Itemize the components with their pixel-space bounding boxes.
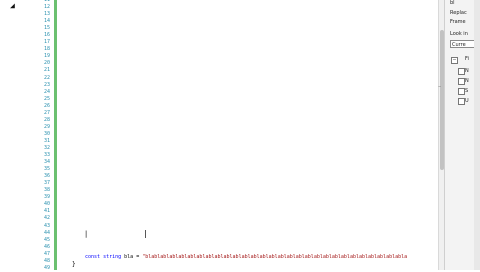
line-number: 48 xyxy=(43,257,50,264)
line-number: 12 xyxy=(43,4,50,11)
keyword-string: string xyxy=(103,254,122,260)
line-number: 23 xyxy=(43,81,50,88)
left-margin: ◢ xyxy=(0,0,30,270)
collapse-toggle-icon[interactable]: − xyxy=(451,57,458,64)
line-number: 36 xyxy=(43,173,50,180)
line-number: 45 xyxy=(43,236,50,243)
option-checkbox-3[interactable] xyxy=(458,88,465,95)
option-checkbox-4[interactable] xyxy=(458,98,465,105)
line-number: 39 xyxy=(43,194,50,201)
line-number: 25 xyxy=(43,95,50,102)
option-label-2: N xyxy=(465,78,469,84)
option-label-1: N xyxy=(465,68,469,74)
line-number: 49 xyxy=(43,264,50,271)
line-number: 37 xyxy=(43,180,50,187)
code-editor[interactable]: | ∣ const string bla = "blablablablablab… xyxy=(57,0,438,270)
line-number: 24 xyxy=(43,88,50,95)
line-number: 13 xyxy=(43,11,50,18)
line-number: 21 xyxy=(43,67,50,74)
line-number: 35 xyxy=(43,166,50,173)
line-number: 27 xyxy=(43,109,50,116)
find-what-label: bl xyxy=(450,0,455,6)
line-number: 16 xyxy=(43,32,50,39)
line-number: 31 xyxy=(43,137,50,144)
line-number: 19 xyxy=(43,53,50,60)
keyword-const: const xyxy=(85,254,101,260)
line-number: 28 xyxy=(43,116,50,123)
assign-operator: = xyxy=(136,254,140,260)
frame-label: Frame xyxy=(450,19,466,25)
option-label-4: U xyxy=(465,98,469,104)
find-options-label: Fi xyxy=(465,56,469,62)
identifier: bla xyxy=(124,254,134,260)
string-literal: "blablablablablablablablablablablablabla… xyxy=(142,254,408,260)
line-number: 18 xyxy=(43,46,50,53)
line-number: 17 xyxy=(43,39,50,46)
option-label-3: S xyxy=(465,88,469,94)
line-number: 44 xyxy=(43,229,50,236)
text-caret: | xyxy=(84,230,89,238)
line-number: 40 xyxy=(43,201,50,208)
code-line-const-string[interactable]: const string bla = "blablablablablablabl… xyxy=(85,254,407,260)
find-replace-panel: bl Replac Frame Look in Curre − Fi N N S… xyxy=(444,0,480,270)
line-number: 14 xyxy=(43,18,50,25)
closing-brace: } xyxy=(72,261,76,268)
line-number: 42 xyxy=(43,215,50,222)
line-number: 33 xyxy=(43,152,50,159)
panel-vertical-scrollbar[interactable] xyxy=(474,0,480,270)
line-number: 41 xyxy=(43,208,50,215)
line-number: 15 xyxy=(43,25,50,32)
line-number: 22 xyxy=(43,74,50,81)
line-number: 46 xyxy=(43,243,50,250)
line-number: 38 xyxy=(43,187,50,194)
line-number: 30 xyxy=(43,130,50,137)
option-checkbox-1[interactable] xyxy=(458,68,465,75)
line-numbers: 11 12 13 14 15 16 17 18 19 20 21 22 23 24 25 26 27 28 29 30… xyxy=(30,0,52,272)
line-number: 47 xyxy=(43,250,50,257)
option-checkbox-2[interactable] xyxy=(458,78,465,85)
replace-with-label: Replac xyxy=(450,10,467,16)
line-number: 43 xyxy=(43,222,50,229)
mouse-pointer-icon: ◢ xyxy=(10,1,15,10)
line-number-gutter: 11 12 13 14 15 16 17 18 19 20 21 22 23 24 25 26 27 28 29 30… xyxy=(30,0,54,272)
line-number: 34 xyxy=(43,159,50,166)
line-number: 29 xyxy=(43,123,50,130)
line-number: 32 xyxy=(43,144,50,151)
line-number: 26 xyxy=(43,102,50,109)
ibeam-cursor-icon: ∣ xyxy=(143,229,148,238)
line-number: 20 xyxy=(43,60,50,67)
look-in-label: Look in xyxy=(450,31,468,37)
